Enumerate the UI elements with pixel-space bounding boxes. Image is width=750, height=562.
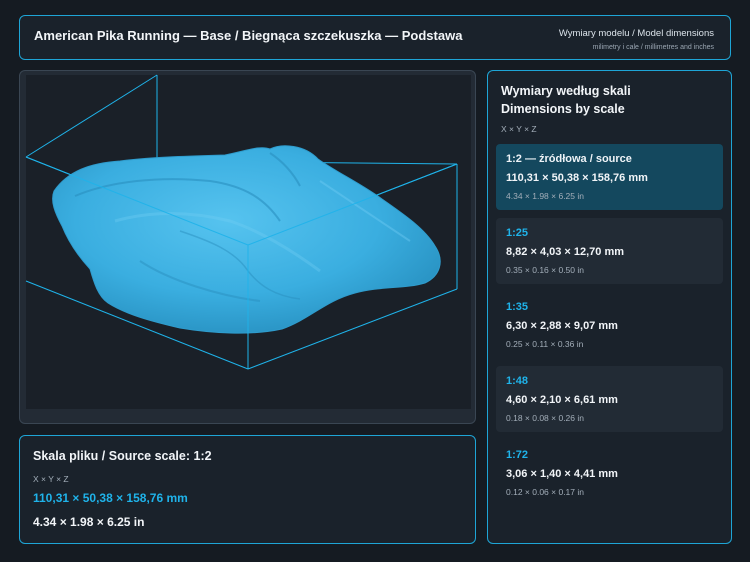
dimensions-subtitle: Wymiary modelu / Model dimensions bbox=[558, 28, 714, 39]
scales-heading-pl: Wymiary według skali bbox=[501, 84, 631, 98]
scales-heading-en: Dimensions by scale bbox=[501, 102, 625, 116]
scale-inches: 4.34 × 1.98 × 6.25 in bbox=[506, 191, 584, 201]
axes-label: X × Y × Z bbox=[501, 124, 537, 134]
scale-inches: 0.25 × 0.11 × 0.36 in bbox=[506, 339, 584, 349]
model-viewer[interactable] bbox=[19, 70, 476, 424]
source-mm-dimensions: 110,31 × 50,38 × 158,76 mm bbox=[33, 491, 188, 505]
scale-label: 1:35 bbox=[506, 301, 529, 313]
scale-mm: 6,30 × 2,88 × 9,07 mm bbox=[506, 320, 618, 332]
scale-label: 1:2 — źródłowa / source bbox=[506, 153, 632, 165]
scale-inches: 0.12 × 0.06 × 0.17 in bbox=[506, 487, 584, 497]
model-render[interactable] bbox=[20, 71, 476, 424]
scale-card-1-48[interactable]: 1:48 4,60 × 2,10 × 6,61 mm 0.18 × 0.08 ×… bbox=[496, 366, 723, 432]
scale-mm: 3,06 × 1,40 × 4,41 mm bbox=[506, 468, 618, 480]
scale-card-1-72[interactable]: 1:72 3,06 × 1,40 × 4,41 mm 0.12 × 0.06 ×… bbox=[496, 440, 723, 506]
axes-label: X × Y × Z bbox=[33, 474, 69, 484]
scale-label: 1:48 bbox=[506, 375, 529, 387]
units-subtitle: milimetry i cale / millimetres and inche… bbox=[592, 44, 714, 51]
header-bar: American Pika Running — Base / Biegnąca … bbox=[19, 15, 731, 60]
scale-label: 1:25 bbox=[506, 227, 529, 239]
scale-label: 1:72 bbox=[506, 449, 529, 461]
scale-inches: 0.18 × 0.08 × 0.26 in bbox=[506, 413, 584, 423]
scale-mm: 110,31 × 50,38 × 158,76 mm bbox=[506, 172, 648, 184]
source-scale-heading: Skala pliku / Source scale: 1:2 bbox=[33, 449, 212, 463]
scale-mm: 8,82 × 4,03 × 12,70 mm bbox=[506, 246, 625, 258]
scale-card-1-2[interactable]: 1:2 — źródłowa / source 110,31 × 50,38 ×… bbox=[496, 144, 723, 210]
source-scale-panel: Skala pliku / Source scale: 1:2 X × Y × … bbox=[19, 435, 476, 544]
scale-card-1-35[interactable]: 1:35 6,30 × 2,88 × 9,07 mm 0.25 × 0.11 ×… bbox=[496, 292, 723, 358]
scale-card-1-25[interactable]: 1:25 8,82 × 4,03 × 12,70 mm 0.35 × 0.16 … bbox=[496, 218, 723, 284]
model-title: American Pika Running — Base / Biegnąca … bbox=[34, 28, 463, 43]
scales-panel: Wymiary według skali Dimensions by scale… bbox=[487, 70, 732, 544]
scale-inches: 0.35 × 0.16 × 0.50 in bbox=[506, 265, 584, 275]
source-inch-dimensions: 4.34 × 1.98 × 6.25 in bbox=[33, 515, 145, 529]
scale-mm: 4,60 × 2,10 × 6,61 mm bbox=[506, 394, 618, 406]
